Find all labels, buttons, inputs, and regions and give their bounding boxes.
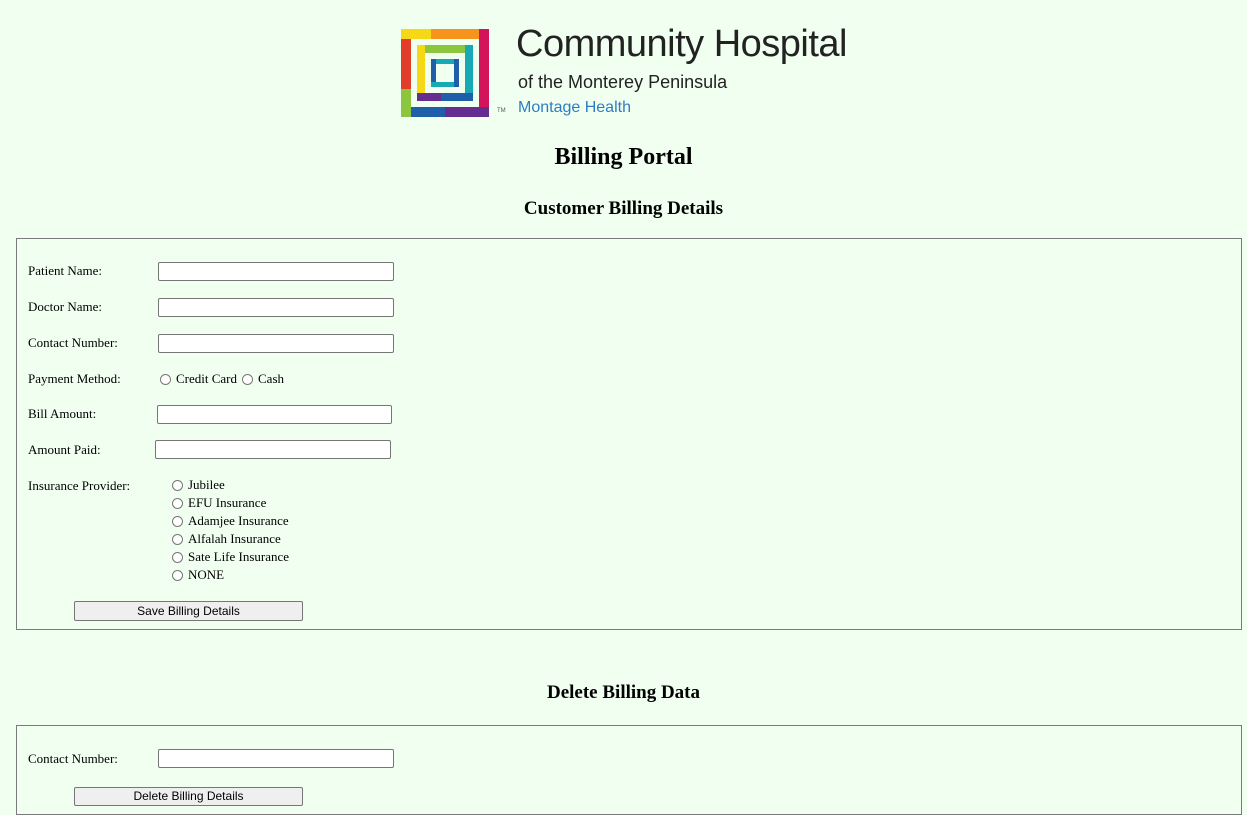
insurance-jubilee-radio[interactable] [172, 479, 183, 491]
insurance-none-radio[interactable] [172, 569, 183, 581]
insurance-option-jubilee[interactable]: Jubilee [172, 476, 289, 494]
patient-name-label: Patient Name: [28, 263, 103, 278]
insurance-option-adamjee[interactable]: Adamjee Insurance [172, 512, 289, 530]
billing-section-title: Customer Billing Details [523, 198, 724, 219]
insurance-adamjee-radio[interactable] [172, 515, 183, 527]
save-billing-button[interactable]: Save Billing Details [74, 601, 303, 621]
delete-contact-number-input[interactable] [158, 749, 394, 768]
insurance-sate-life-label: Sate Life Insurance [188, 549, 290, 564]
insurance-option-efu[interactable]: EFU Insurance [172, 494, 289, 512]
doctor-name-label: Doctor Name: [28, 299, 103, 314]
delete-contact-number-label: Contact Number: [28, 751, 118, 766]
insurance-provider-label: Insurance Provider: [28, 478, 131, 493]
patient-name-input[interactable] [158, 262, 394, 281]
delete-form-panel: Contact Number: Delete Billing Details [16, 725, 1242, 815]
delete-section-title: Delete Billing Data [546, 682, 701, 703]
trademark-mark: TM [497, 108, 506, 114]
insurance-adamjee-label: Adamjee Insurance [188, 513, 289, 528]
payment-credit-card-radio[interactable] [160, 373, 171, 385]
insurance-jubilee-label: Jubilee [188, 477, 225, 492]
bill-amount-label: Bill Amount: [28, 406, 97, 421]
insurance-provider-options: Jubilee EFU Insurance Adamjee Insurance … [172, 476, 289, 584]
hospital-logo: TM Community Hospital of the Monterey Pe… [401, 23, 861, 121]
payment-credit-card-label: Credit Card [176, 371, 238, 386]
amount-paid-label: Amount Paid: [28, 442, 101, 457]
billing-form-panel: Patient Name: Doctor Name: Contact Numbe… [16, 238, 1242, 630]
insurance-alfalah-radio[interactable] [172, 533, 183, 545]
insurance-efu-radio[interactable] [172, 497, 183, 509]
brand-subtitle: of the Monterey Peninsula [518, 72, 728, 92]
payment-cash-label: Cash [258, 371, 285, 386]
delete-billing-button[interactable]: Delete Billing Details [74, 787, 303, 806]
insurance-efu-label: EFU Insurance [188, 495, 267, 510]
logo-mark-icon [401, 29, 489, 117]
amount-paid-input[interactable] [155, 440, 391, 459]
insurance-option-alfalah[interactable]: Alfalah Insurance [172, 530, 289, 548]
insurance-option-none[interactable]: NONE [172, 566, 289, 584]
brand-parent: Montage Health [518, 99, 631, 116]
insurance-alfalah-label: Alfalah Insurance [188, 531, 281, 546]
bill-amount-input[interactable] [157, 405, 392, 424]
contact-number-input[interactable] [158, 334, 394, 353]
contact-number-label: Contact Number: [28, 335, 118, 350]
page-title: Billing Portal [554, 144, 693, 170]
insurance-none-label: NONE [188, 567, 225, 582]
brand-name: Community Hospital [516, 23, 848, 65]
doctor-name-input[interactable] [158, 298, 394, 317]
payment-method-options: Credit Card Cash [160, 371, 284, 387]
payment-method-label: Payment Method: [28, 371, 121, 386]
insurance-option-sate-life[interactable]: Sate Life Insurance [172, 548, 289, 566]
payment-cash-radio[interactable] [242, 373, 254, 385]
insurance-sate-life-radio[interactable] [172, 551, 183, 563]
